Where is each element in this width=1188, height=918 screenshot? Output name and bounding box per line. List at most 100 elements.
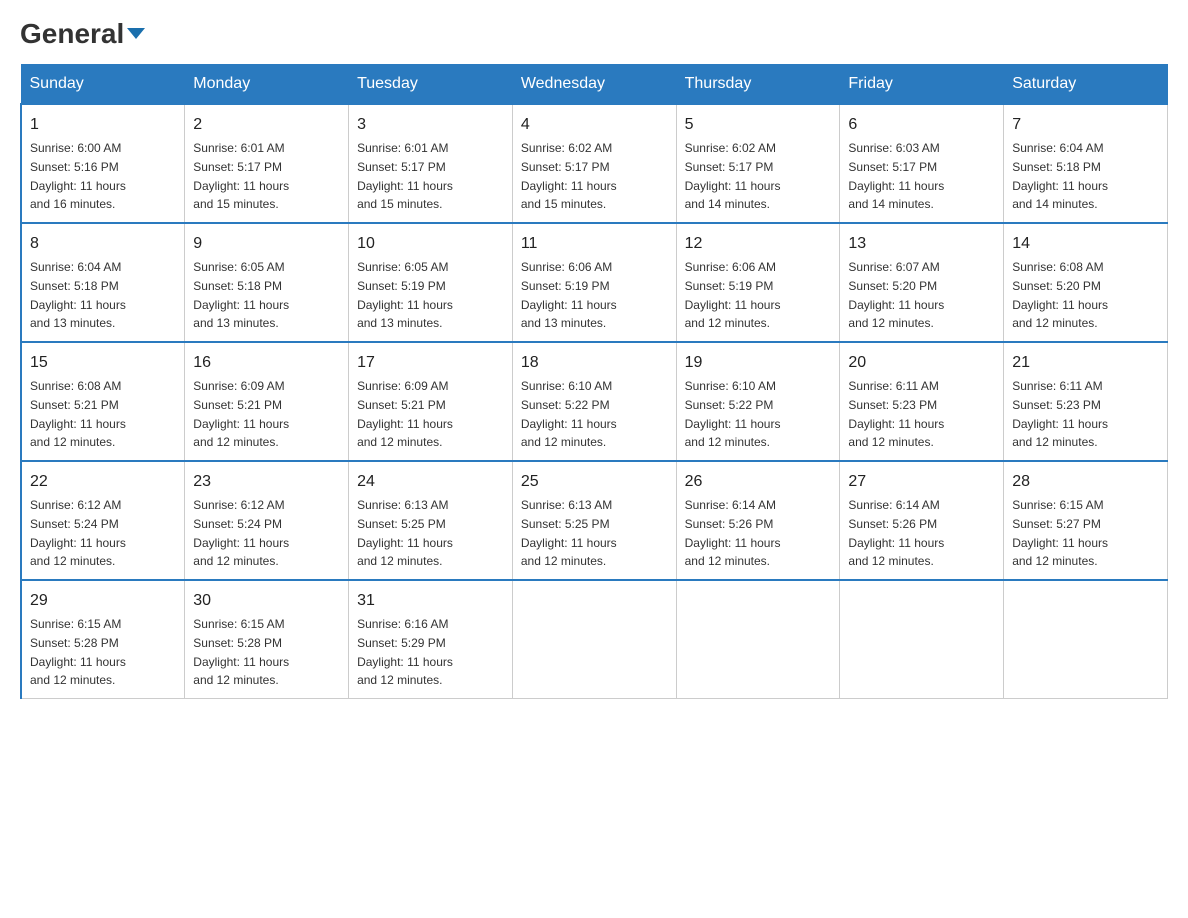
day-number: 9 xyxy=(193,232,340,256)
calendar-cell: 6 Sunrise: 6:03 AMSunset: 5:17 PMDayligh… xyxy=(840,104,1004,223)
calendar-cell: 30 Sunrise: 6:15 AMSunset: 5:28 PMDaylig… xyxy=(185,580,349,699)
calendar-week-5: 29 Sunrise: 6:15 AMSunset: 5:28 PMDaylig… xyxy=(21,580,1168,699)
day-number: 18 xyxy=(521,351,668,375)
day-number: 14 xyxy=(1012,232,1159,256)
day-info: Sunrise: 6:01 AMSunset: 5:17 PMDaylight:… xyxy=(193,141,289,211)
day-number: 23 xyxy=(193,470,340,494)
calendar-cell: 12 Sunrise: 6:06 AMSunset: 5:19 PMDaylig… xyxy=(676,223,840,342)
calendar-week-1: 1 Sunrise: 6:00 AMSunset: 5:16 PMDayligh… xyxy=(21,104,1168,223)
day-number: 17 xyxy=(357,351,504,375)
day-number: 24 xyxy=(357,470,504,494)
day-number: 15 xyxy=(30,351,176,375)
calendar-cell: 28 Sunrise: 6:15 AMSunset: 5:27 PMDaylig… xyxy=(1004,461,1168,580)
calendar-cell: 22 Sunrise: 6:12 AMSunset: 5:24 PMDaylig… xyxy=(21,461,185,580)
calendar-cell: 3 Sunrise: 6:01 AMSunset: 5:17 PMDayligh… xyxy=(349,104,513,223)
day-info: Sunrise: 6:10 AMSunset: 5:22 PMDaylight:… xyxy=(685,379,781,449)
page-header: General xyxy=(20,20,1168,44)
day-info: Sunrise: 6:09 AMSunset: 5:21 PMDaylight:… xyxy=(357,379,453,449)
day-number: 4 xyxy=(521,113,668,137)
day-info: Sunrise: 6:05 AMSunset: 5:19 PMDaylight:… xyxy=(357,260,453,330)
calendar-cell: 15 Sunrise: 6:08 AMSunset: 5:21 PMDaylig… xyxy=(21,342,185,461)
calendar-week-3: 15 Sunrise: 6:08 AMSunset: 5:21 PMDaylig… xyxy=(21,342,1168,461)
day-number: 3 xyxy=(357,113,504,137)
day-info: Sunrise: 6:15 AMSunset: 5:28 PMDaylight:… xyxy=(193,617,289,687)
day-number: 8 xyxy=(30,232,176,256)
calendar-cell: 21 Sunrise: 6:11 AMSunset: 5:23 PMDaylig… xyxy=(1004,342,1168,461)
calendar-table: SundayMondayTuesdayWednesdayThursdayFrid… xyxy=(20,64,1168,699)
day-number: 2 xyxy=(193,113,340,137)
calendar-cell: 29 Sunrise: 6:15 AMSunset: 5:28 PMDaylig… xyxy=(21,580,185,699)
day-info: Sunrise: 6:11 AMSunset: 5:23 PMDaylight:… xyxy=(1012,379,1108,449)
column-header-thursday: Thursday xyxy=(676,65,840,105)
calendar-cell xyxy=(512,580,676,699)
day-info: Sunrise: 6:10 AMSunset: 5:22 PMDaylight:… xyxy=(521,379,617,449)
day-number: 13 xyxy=(848,232,995,256)
calendar-cell: 7 Sunrise: 6:04 AMSunset: 5:18 PMDayligh… xyxy=(1004,104,1168,223)
calendar-cell xyxy=(840,580,1004,699)
day-number: 6 xyxy=(848,113,995,137)
calendar-cell: 13 Sunrise: 6:07 AMSunset: 5:20 PMDaylig… xyxy=(840,223,1004,342)
calendar-cell: 19 Sunrise: 6:10 AMSunset: 5:22 PMDaylig… xyxy=(676,342,840,461)
day-number: 27 xyxy=(848,470,995,494)
day-number: 7 xyxy=(1012,113,1159,137)
column-header-saturday: Saturday xyxy=(1004,65,1168,105)
day-info: Sunrise: 6:00 AMSunset: 5:16 PMDaylight:… xyxy=(30,141,126,211)
day-number: 20 xyxy=(848,351,995,375)
column-header-wednesday: Wednesday xyxy=(512,65,676,105)
day-number: 28 xyxy=(1012,470,1159,494)
column-header-monday: Monday xyxy=(185,65,349,105)
column-header-friday: Friday xyxy=(840,65,1004,105)
day-info: Sunrise: 6:08 AMSunset: 5:20 PMDaylight:… xyxy=(1012,260,1108,330)
day-info: Sunrise: 6:03 AMSunset: 5:17 PMDaylight:… xyxy=(848,141,944,211)
day-number: 30 xyxy=(193,589,340,613)
day-info: Sunrise: 6:02 AMSunset: 5:17 PMDaylight:… xyxy=(521,141,617,211)
calendar-cell: 5 Sunrise: 6:02 AMSunset: 5:17 PMDayligh… xyxy=(676,104,840,223)
calendar-cell: 11 Sunrise: 6:06 AMSunset: 5:19 PMDaylig… xyxy=(512,223,676,342)
day-info: Sunrise: 6:08 AMSunset: 5:21 PMDaylight:… xyxy=(30,379,126,449)
column-header-sunday: Sunday xyxy=(21,65,185,105)
day-info: Sunrise: 6:13 AMSunset: 5:25 PMDaylight:… xyxy=(357,498,453,568)
calendar-cell: 25 Sunrise: 6:13 AMSunset: 5:25 PMDaylig… xyxy=(512,461,676,580)
day-number: 19 xyxy=(685,351,832,375)
logo-line1: General xyxy=(20,20,145,48)
calendar-cell: 31 Sunrise: 6:16 AMSunset: 5:29 PMDaylig… xyxy=(349,580,513,699)
day-info: Sunrise: 6:12 AMSunset: 5:24 PMDaylight:… xyxy=(30,498,126,568)
day-info: Sunrise: 6:02 AMSunset: 5:17 PMDaylight:… xyxy=(685,141,781,211)
calendar-cell: 16 Sunrise: 6:09 AMSunset: 5:21 PMDaylig… xyxy=(185,342,349,461)
day-info: Sunrise: 6:09 AMSunset: 5:21 PMDaylight:… xyxy=(193,379,289,449)
day-info: Sunrise: 6:14 AMSunset: 5:26 PMDaylight:… xyxy=(685,498,781,568)
day-number: 1 xyxy=(30,113,176,137)
day-number: 5 xyxy=(685,113,832,137)
calendar-cell: 14 Sunrise: 6:08 AMSunset: 5:20 PMDaylig… xyxy=(1004,223,1168,342)
day-number: 16 xyxy=(193,351,340,375)
calendar-cell: 4 Sunrise: 6:02 AMSunset: 5:17 PMDayligh… xyxy=(512,104,676,223)
day-info: Sunrise: 6:07 AMSunset: 5:20 PMDaylight:… xyxy=(848,260,944,330)
day-number: 11 xyxy=(521,232,668,256)
calendar-cell: 20 Sunrise: 6:11 AMSunset: 5:23 PMDaylig… xyxy=(840,342,1004,461)
calendar-cell: 23 Sunrise: 6:12 AMSunset: 5:24 PMDaylig… xyxy=(185,461,349,580)
day-info: Sunrise: 6:14 AMSunset: 5:26 PMDaylight:… xyxy=(848,498,944,568)
day-info: Sunrise: 6:15 AMSunset: 5:27 PMDaylight:… xyxy=(1012,498,1108,568)
calendar-cell xyxy=(676,580,840,699)
calendar-week-2: 8 Sunrise: 6:04 AMSunset: 5:18 PMDayligh… xyxy=(21,223,1168,342)
day-info: Sunrise: 6:04 AMSunset: 5:18 PMDaylight:… xyxy=(1012,141,1108,211)
day-info: Sunrise: 6:06 AMSunset: 5:19 PMDaylight:… xyxy=(685,260,781,330)
calendar-cell: 10 Sunrise: 6:05 AMSunset: 5:19 PMDaylig… xyxy=(349,223,513,342)
day-number: 10 xyxy=(357,232,504,256)
day-info: Sunrise: 6:11 AMSunset: 5:23 PMDaylight:… xyxy=(848,379,944,449)
day-info: Sunrise: 6:16 AMSunset: 5:29 PMDaylight:… xyxy=(357,617,453,687)
calendar-cell: 1 Sunrise: 6:00 AMSunset: 5:16 PMDayligh… xyxy=(21,104,185,223)
day-info: Sunrise: 6:06 AMSunset: 5:19 PMDaylight:… xyxy=(521,260,617,330)
day-info: Sunrise: 6:01 AMSunset: 5:17 PMDaylight:… xyxy=(357,141,453,211)
calendar-cell: 27 Sunrise: 6:14 AMSunset: 5:26 PMDaylig… xyxy=(840,461,1004,580)
day-info: Sunrise: 6:12 AMSunset: 5:24 PMDaylight:… xyxy=(193,498,289,568)
calendar-cell: 24 Sunrise: 6:13 AMSunset: 5:25 PMDaylig… xyxy=(349,461,513,580)
day-number: 22 xyxy=(30,470,176,494)
calendar-week-4: 22 Sunrise: 6:12 AMSunset: 5:24 PMDaylig… xyxy=(21,461,1168,580)
calendar-cell: 18 Sunrise: 6:10 AMSunset: 5:22 PMDaylig… xyxy=(512,342,676,461)
day-number: 25 xyxy=(521,470,668,494)
column-header-tuesday: Tuesday xyxy=(349,65,513,105)
calendar-cell: 17 Sunrise: 6:09 AMSunset: 5:21 PMDaylig… xyxy=(349,342,513,461)
day-number: 21 xyxy=(1012,351,1159,375)
calendar-cell: 2 Sunrise: 6:01 AMSunset: 5:17 PMDayligh… xyxy=(185,104,349,223)
